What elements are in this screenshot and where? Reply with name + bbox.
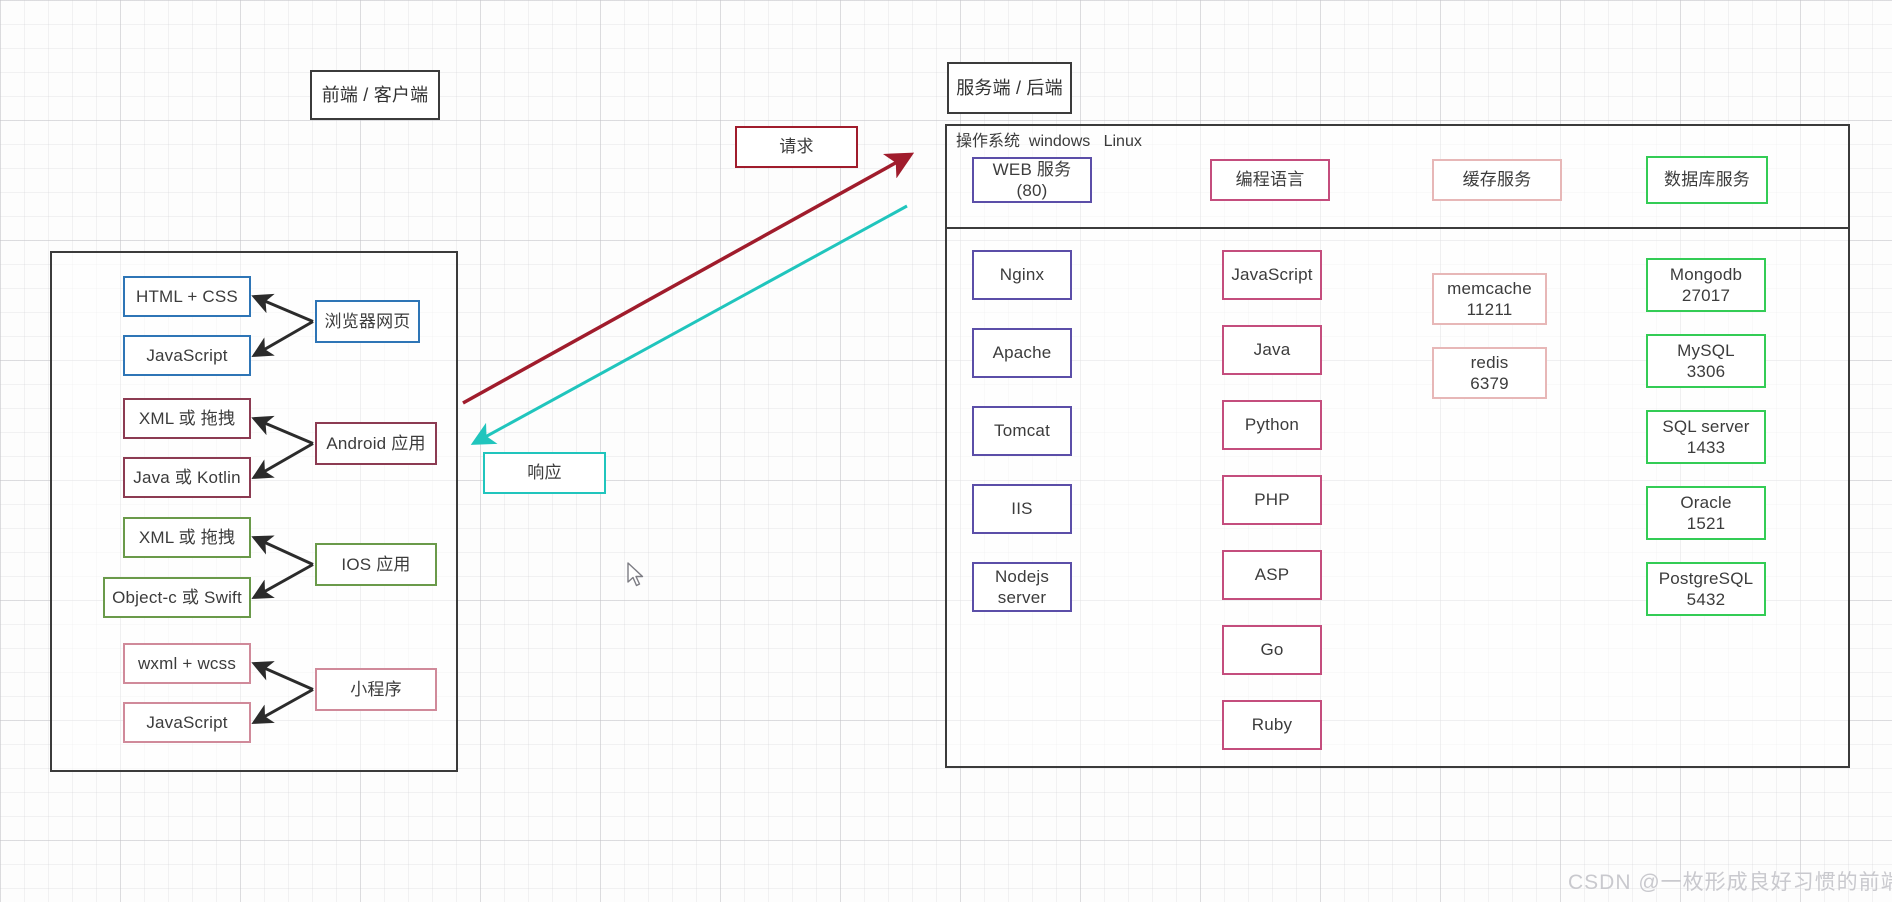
server-column-header: 数据库服务 [1646, 156, 1768, 204]
client-source-label: wxml + wcss [137, 653, 237, 673]
client-target-box: 浏览器网页 [315, 300, 420, 343]
server-item-label: IIS [1011, 499, 1033, 519]
request-label: 请求 [779, 137, 814, 157]
client-target-label: 浏览器网页 [324, 311, 411, 331]
server-column-header-label: WEB 服务 (80) [992, 159, 1072, 200]
server-item-box: PHP [1222, 475, 1322, 525]
server-item-box: Mongodb 27017 [1646, 258, 1766, 312]
response-label: 响应 [527, 463, 562, 483]
client-source-box: Java 或 Kotlin [123, 457, 251, 498]
client-title-box: 前端 / 客户端 [310, 70, 440, 120]
client-target-box: Android 应用 [315, 422, 437, 465]
server-item-label: MySQL 3306 [1677, 340, 1735, 381]
server-item-box: Ruby [1222, 700, 1322, 750]
server-item-label: PostgreSQL 5432 [1658, 568, 1754, 609]
server-column-header: WEB 服务 (80) [972, 157, 1092, 203]
request-arrow [462, 152, 915, 405]
diagram-canvas: 前端 / 客户端 服务端 / 后端 HTML + CSS JavaScript 浏览… [0, 0, 1892, 902]
server-item-label: redis 6379 [1470, 352, 1509, 393]
server-title-label: 服务端 / 后端 [956, 77, 1063, 98]
server-item-box: MySQL 3306 [1646, 334, 1766, 388]
response-arrow [470, 204, 908, 445]
server-item-label: Tomcat [994, 421, 1050, 441]
server-column-header-label: 数据库服务 [1664, 170, 1750, 190]
server-item-label: JavaScript [1231, 265, 1313, 285]
server-item-label: Nodejs server [994, 566, 1050, 607]
server-item-box: Oracle 1521 [1646, 486, 1766, 540]
client-target-box: 小程序 [315, 668, 437, 711]
client-source-box: XML 或 拖拽 [123, 398, 251, 439]
server-item-box: Nginx [972, 250, 1072, 300]
server-item-label: ASP [1254, 565, 1290, 585]
client-target-box: IOS 应用 [315, 543, 437, 586]
server-item-box: IIS [972, 484, 1072, 534]
mouse-cursor [627, 562, 644, 587]
client-target-label: Android 应用 [326, 433, 426, 453]
server-item-box: Apache [972, 328, 1072, 378]
client-source-box: Object-c 或 Swift [103, 577, 251, 618]
server-item-box: memcache 11211 [1432, 273, 1547, 325]
client-target-label: 小程序 [350, 679, 402, 699]
server-item-label: Ruby [1251, 715, 1293, 735]
server-item-label: SQL server 1433 [1662, 416, 1750, 457]
client-source-box: JavaScript [123, 702, 251, 743]
response-label-box: 响应 [483, 452, 606, 494]
server-header-divider [945, 227, 1850, 229]
server-title-box: 服务端 / 后端 [947, 62, 1072, 114]
server-item-box: Tomcat [972, 406, 1072, 456]
server-item-label: Oracle 1521 [1680, 492, 1732, 533]
client-title-label: 前端 / 客户端 [321, 84, 429, 105]
server-item-label: memcache 11211 [1447, 278, 1532, 319]
server-item-box: ASP [1222, 550, 1322, 600]
server-item-label: Java [1253, 340, 1291, 360]
server-column-header: 编程语言 [1210, 159, 1330, 201]
client-source-label: Java 或 Kotlin [133, 467, 241, 487]
server-item-label: Mongodb 27017 [1669, 264, 1743, 305]
server-item-box: JavaScript [1222, 250, 1322, 300]
request-label-box: 请求 [735, 126, 858, 168]
server-item-box: Java [1222, 325, 1322, 375]
server-item-box: SQL server 1433 [1646, 410, 1766, 464]
server-column-header: 缓存服务 [1432, 159, 1562, 201]
server-item-box: Go [1222, 625, 1322, 675]
client-source-label: JavaScript [146, 712, 228, 732]
server-item-box: Nodejs server [972, 562, 1072, 612]
server-item-box: PostgreSQL 5432 [1646, 562, 1766, 616]
server-item-label: Apache [992, 343, 1052, 363]
watermark: CSDN @一枚形成良好习惯的前端猿 [1568, 871, 1892, 894]
client-source-box: XML 或 拖拽 [123, 517, 251, 558]
server-item-label: Go [1260, 640, 1284, 660]
client-source-label: XML 或 拖拽 [138, 408, 236, 428]
client-source-box: wxml + wcss [123, 643, 251, 684]
client-source-label: HTML + CSS [136, 286, 238, 306]
client-source-label: JavaScript [146, 345, 228, 365]
server-item-label: PHP [1254, 490, 1290, 510]
server-column-header-label: 缓存服务 [1462, 170, 1532, 190]
client-source-label: Object-c 或 Swift [112, 587, 242, 607]
os-label: 操作系统 windows Linux [956, 133, 1142, 150]
client-source-box: JavaScript [123, 335, 251, 376]
client-target-label: IOS 应用 [341, 554, 411, 574]
server-item-label: Nginx [999, 265, 1045, 285]
server-item-label: Python [1244, 415, 1300, 435]
server-item-box: Python [1222, 400, 1322, 450]
server-item-box: redis 6379 [1432, 347, 1547, 399]
server-column-header-label: 编程语言 [1235, 170, 1305, 190]
client-source-box: HTML + CSS [123, 276, 251, 317]
client-source-label: XML 或 拖拽 [138, 527, 236, 547]
